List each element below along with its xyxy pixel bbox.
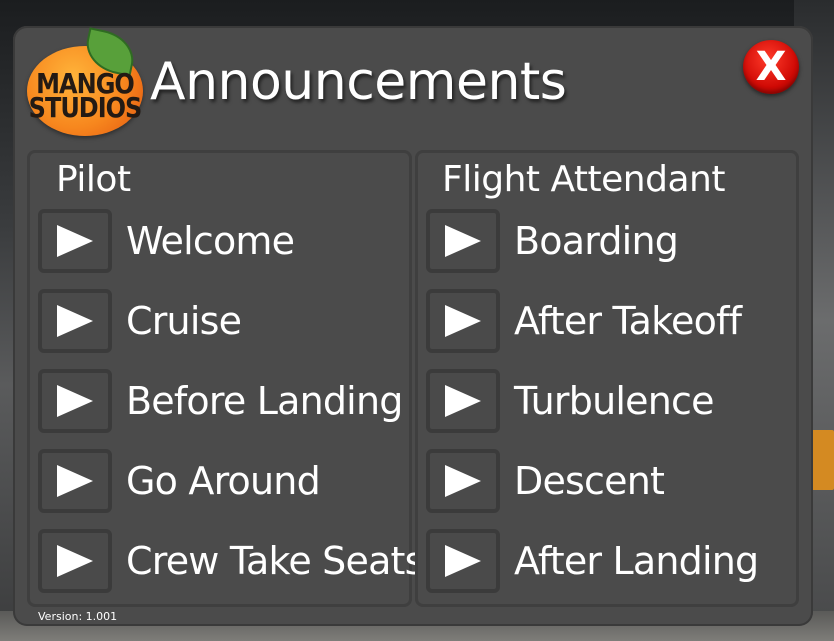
pilot-crew-take-seats-item[interactable]: Crew Take Seats xyxy=(38,527,424,595)
play-button[interactable] xyxy=(38,209,112,273)
play-icon xyxy=(445,465,481,497)
mango-studios-logo: MANGO STUDIOS xyxy=(27,27,145,144)
pilot-cruise-item[interactable]: Cruise xyxy=(38,287,398,355)
announcements-window: MANGO STUDIOS Announcements X Pilot Welc… xyxy=(13,26,813,626)
play-button[interactable] xyxy=(426,209,500,273)
play-icon xyxy=(445,305,481,337)
fa-boarding-item[interactable]: Boarding xyxy=(426,207,786,275)
play-button[interactable] xyxy=(38,529,112,593)
announcement-label: Boarding xyxy=(514,219,679,263)
close-button[interactable]: X xyxy=(743,40,799,94)
play-button[interactable] xyxy=(38,289,112,353)
play-icon xyxy=(57,225,93,257)
announcement-label: After Landing xyxy=(514,539,759,583)
flight-attendant-panel: Flight Attendant Boarding After Takeoff … xyxy=(415,150,799,607)
play-icon xyxy=(445,545,481,577)
pilot-panel: Pilot Welcome Cruise Before Landing Go A… xyxy=(27,150,424,607)
announcement-label: Before Landing xyxy=(126,379,403,423)
announcement-label: Go Around xyxy=(126,459,321,503)
play-icon xyxy=(57,385,93,417)
announcement-label: Cruise xyxy=(126,299,242,343)
pilot-before-landing-item[interactable]: Before Landing xyxy=(38,367,403,435)
play-icon xyxy=(445,225,481,257)
fa-descent-item[interactable]: Descent xyxy=(426,447,786,515)
play-icon xyxy=(445,385,481,417)
close-icon: X xyxy=(755,44,787,90)
play-button[interactable] xyxy=(426,529,500,593)
pilot-heading: Pilot xyxy=(56,159,131,200)
play-icon xyxy=(57,545,93,577)
logo-text-line2: STUDIOS xyxy=(28,91,143,125)
play-button[interactable] xyxy=(38,449,112,513)
announcement-label: Descent xyxy=(514,459,665,503)
play-button[interactable] xyxy=(426,369,500,433)
fa-after-landing-item[interactable]: After Landing xyxy=(426,527,786,595)
play-button[interactable] xyxy=(426,289,500,353)
play-button[interactable] xyxy=(38,369,112,433)
pilot-go-around-item[interactable]: Go Around xyxy=(38,447,398,515)
fa-after-takeoff-item[interactable]: After Takeoff xyxy=(426,287,786,355)
flight-attendant-heading: Flight Attendant xyxy=(442,159,725,200)
window-title: Announcements xyxy=(150,52,567,112)
play-icon xyxy=(57,465,93,497)
announcement-label: Turbulence xyxy=(514,379,714,423)
announcement-label: Welcome xyxy=(126,219,295,263)
announcement-label: Crew Take Seats xyxy=(126,539,424,583)
play-button[interactable] xyxy=(426,449,500,513)
fa-turbulence-item[interactable]: Turbulence xyxy=(426,367,786,435)
pilot-welcome-item[interactable]: Welcome xyxy=(38,207,398,275)
announcement-label: After Takeoff xyxy=(514,299,742,343)
version-label: Version: 1.001 xyxy=(38,610,118,623)
play-icon xyxy=(57,305,93,337)
